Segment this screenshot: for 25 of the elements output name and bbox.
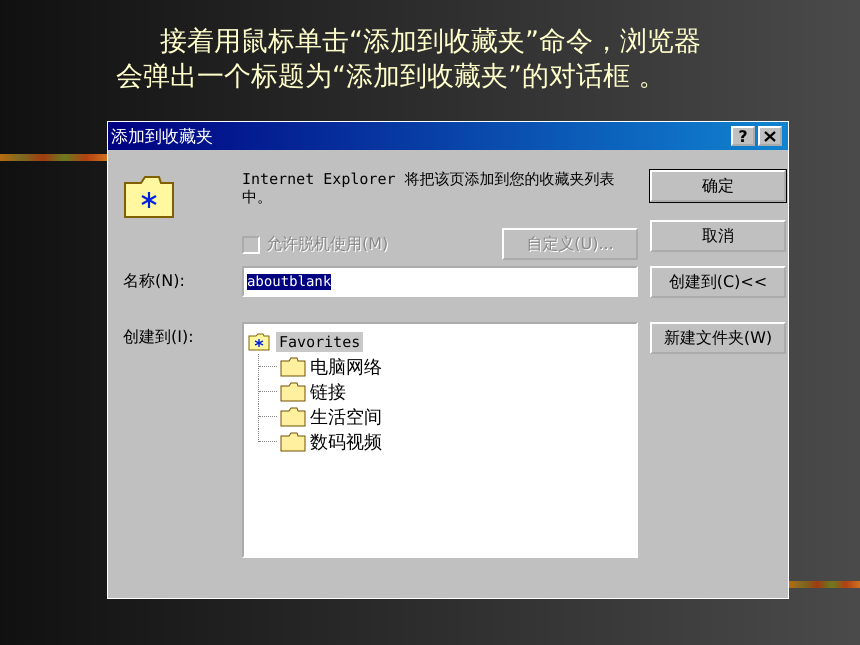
tree-item[interactable]: 数码视频 <box>310 430 382 454</box>
favorites-folder-icon <box>123 175 175 219</box>
favorites-folder-icon <box>248 332 270 350</box>
ok-button[interactable]: 确定 <box>650 170 786 202</box>
description-text: Internet Explorer 将把该页添加到您的收藏夹列表中。 <box>242 170 616 208</box>
window-title: 添加到收藏夹 <box>111 126 214 148</box>
folder-icon <box>280 406 306 426</box>
name-input-field[interactable]: aboutblank <box>242 266 638 297</box>
create-in-label: 创建到(I): <box>123 326 195 348</box>
tree-item[interactable]: 链接 <box>310 380 346 404</box>
slide-caption: 接着用鼠标单击“添加到收藏夹”命令，浏览器 会弹出一个标题为“添加到收藏夹”的对话框 。 <box>116 25 702 94</box>
help-button[interactable]: ? <box>731 126 755 146</box>
new-folder-button[interactable]: 新建文件夹(W) <box>650 322 786 354</box>
name-label: 名称(N): <box>123 270 186 292</box>
decorative-strip <box>789 581 860 588</box>
cancel-button[interactable]: 取消 <box>650 220 786 252</box>
close-icon <box>764 130 776 142</box>
create-in-button[interactable]: 创建到(C)<< <box>650 266 786 298</box>
folder-icon <box>280 356 306 376</box>
tree-item[interactable]: 电脑网络 <box>310 354 382 378</box>
folder-icon <box>280 432 306 452</box>
tree-item[interactable]: 生活空间 <box>310 404 382 428</box>
tree-item[interactable]: Favorites <box>276 332 364 352</box>
folder-icon <box>280 382 306 402</box>
close-button[interactable] <box>758 126 782 146</box>
